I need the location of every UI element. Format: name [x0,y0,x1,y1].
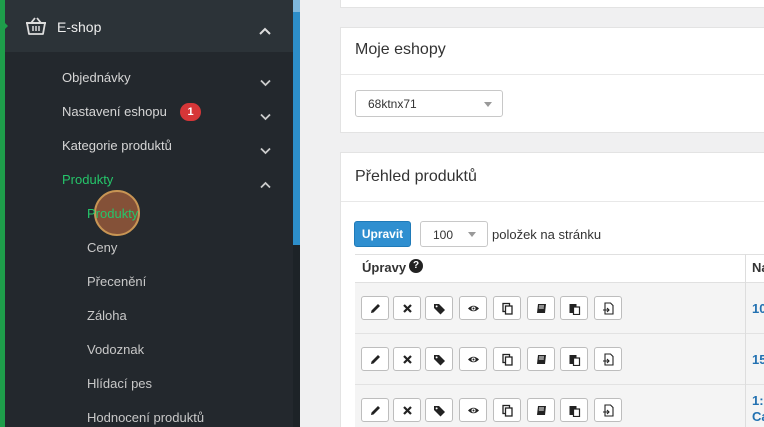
paste-icon [568,353,581,366]
sidebar-item-objednavky[interactable]: Objednávky [62,70,131,85]
close-icon [401,404,414,417]
copy-button[interactable] [493,347,521,371]
sidebar-subitem-hodnoceni[interactable]: Hodnocení produktů [87,410,204,425]
eye-icon [467,353,480,366]
file-export-button[interactable] [594,296,622,320]
paste-icon [568,404,581,417]
chevron-down-icon [260,74,271,92]
sidebar-subitem-preceneni[interactable]: Přecenění [87,274,146,289]
copy-button[interactable] [493,296,521,320]
tags-icon [433,404,446,417]
active-pointer [0,18,8,34]
eye-button[interactable] [459,347,487,371]
book-icon [535,353,548,366]
tags-icon [433,302,446,315]
tags-button[interactable] [425,296,453,320]
sidebar-accent-bar [0,0,5,427]
book-button[interactable] [527,347,555,371]
eshop-select[interactable]: 68ktnx71 [355,90,503,117]
file-export-icon [602,301,615,315]
product-name-link[interactable]: 10 [752,301,764,316]
book-button[interactable] [527,296,555,320]
pencil-icon [369,302,382,315]
sidebar-subitem-hlidaci-pes[interactable]: Hlídací pes [87,376,152,391]
paste-button[interactable] [560,347,588,371]
close-icon [401,353,414,366]
copy-icon [501,302,514,315]
sidebar-subitem-ceny[interactable]: Ceny [87,240,117,255]
top-card [340,0,764,8]
close-button[interactable] [393,347,421,371]
pencil-button[interactable] [361,398,389,422]
sidebar-subitem-zaloha[interactable]: Záloha [87,308,127,323]
sidebar-item-eshop[interactable]: E-shop [0,0,293,52]
scrollbar-track [293,245,300,427]
eye-icon [467,302,480,315]
eye-button[interactable] [459,296,487,320]
tags-icon [433,353,446,366]
chevron-down-icon [260,142,271,160]
caret-down-icon [468,232,476,237]
tags-button[interactable] [425,398,453,422]
upravit-button[interactable]: Upravit [354,221,411,247]
chevron-down-icon [260,108,271,126]
pencil-button[interactable] [361,347,389,371]
per-page-select[interactable]: 100 [420,221,488,247]
pencil-icon [369,404,382,417]
product-name-link-line2[interactable]: Ca [752,409,764,424]
sidebar-item-kategorie[interactable]: Kategorie produktů [62,138,172,153]
eshopy-card: Moje eshopy [340,27,764,133]
product-name-link[interactable]: 1: [752,393,764,408]
product-name-link[interactable]: 15 [752,352,764,367]
sidebar-subitem-produkty[interactable]: Produkty [87,206,138,221]
sidebar-subitem-vodoznak[interactable]: Vodoznak [87,342,144,357]
copy-icon [501,404,514,417]
book-icon [535,302,548,315]
column-divider [745,254,746,427]
close-button[interactable] [393,398,421,422]
per-page-label: položek na stránku [492,227,602,242]
chevron-up-icon [260,176,271,194]
basket-icon [25,16,47,36]
eye-button[interactable] [459,398,487,422]
file-export-button[interactable] [594,398,622,422]
column-header-name[interactable]: Na [752,260,764,275]
chevron-up-icon [259,22,271,40]
tags-button[interactable] [425,347,453,371]
file-export-button[interactable] [594,347,622,371]
paste-icon [568,302,581,315]
close-button[interactable] [393,296,421,320]
close-icon [401,302,414,315]
divider [341,201,764,202]
copy-button[interactable] [493,398,521,422]
caret-down-icon [484,102,492,107]
eye-icon [467,404,480,417]
scrollbar-cap [293,0,300,12]
pencil-icon [369,353,382,366]
book-icon [535,404,548,417]
sidebar-item-nastaveni[interactable]: Nastavení eshopu [62,104,167,119]
book-button[interactable] [527,398,555,422]
paste-button[interactable] [560,398,588,422]
divider [341,74,764,75]
card-title: Přehled produktů [355,168,477,185]
eshop-select-value: 68ktnx71 [368,97,417,111]
copy-icon [501,353,514,366]
file-export-icon [602,352,615,366]
card-title: Moje eshopy [355,41,446,58]
file-export-icon [602,403,615,417]
sidebar [0,0,300,427]
help-icon[interactable]: ? [409,259,423,273]
column-header-upravy: Úpravy [362,260,407,275]
pencil-button[interactable] [361,296,389,320]
per-page-value: 100 [433,228,454,242]
paste-button[interactable] [560,296,588,320]
sidebar-item-label: E-shop [57,19,102,35]
sidebar-item-produkty[interactable]: Produkty [62,172,113,187]
notification-badge: 1 [180,103,201,121]
